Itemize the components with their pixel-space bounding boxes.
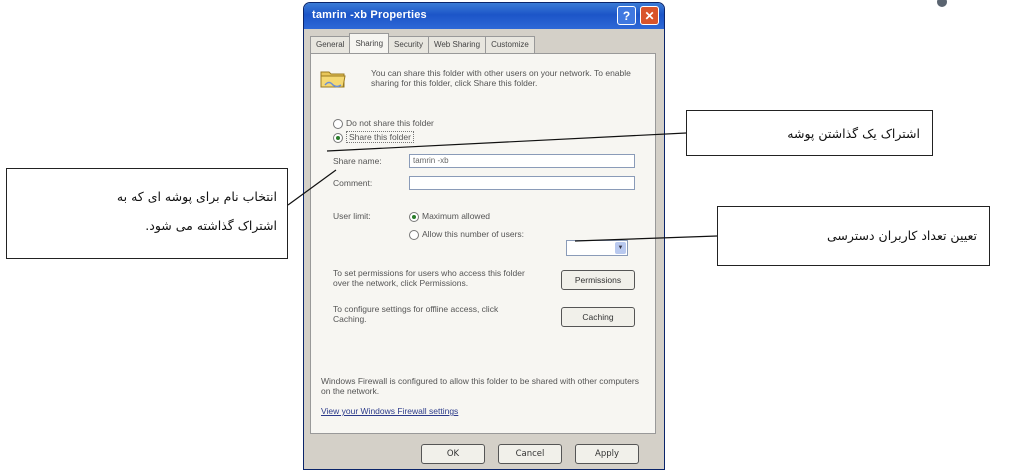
pointer-line-share <box>326 132 687 152</box>
pointer-line-name <box>287 169 337 206</box>
decorative-fragment-icon <box>937 0 947 7</box>
pointer-lines <box>287 132 718 242</box>
pointer-line-users <box>574 235 718 242</box>
